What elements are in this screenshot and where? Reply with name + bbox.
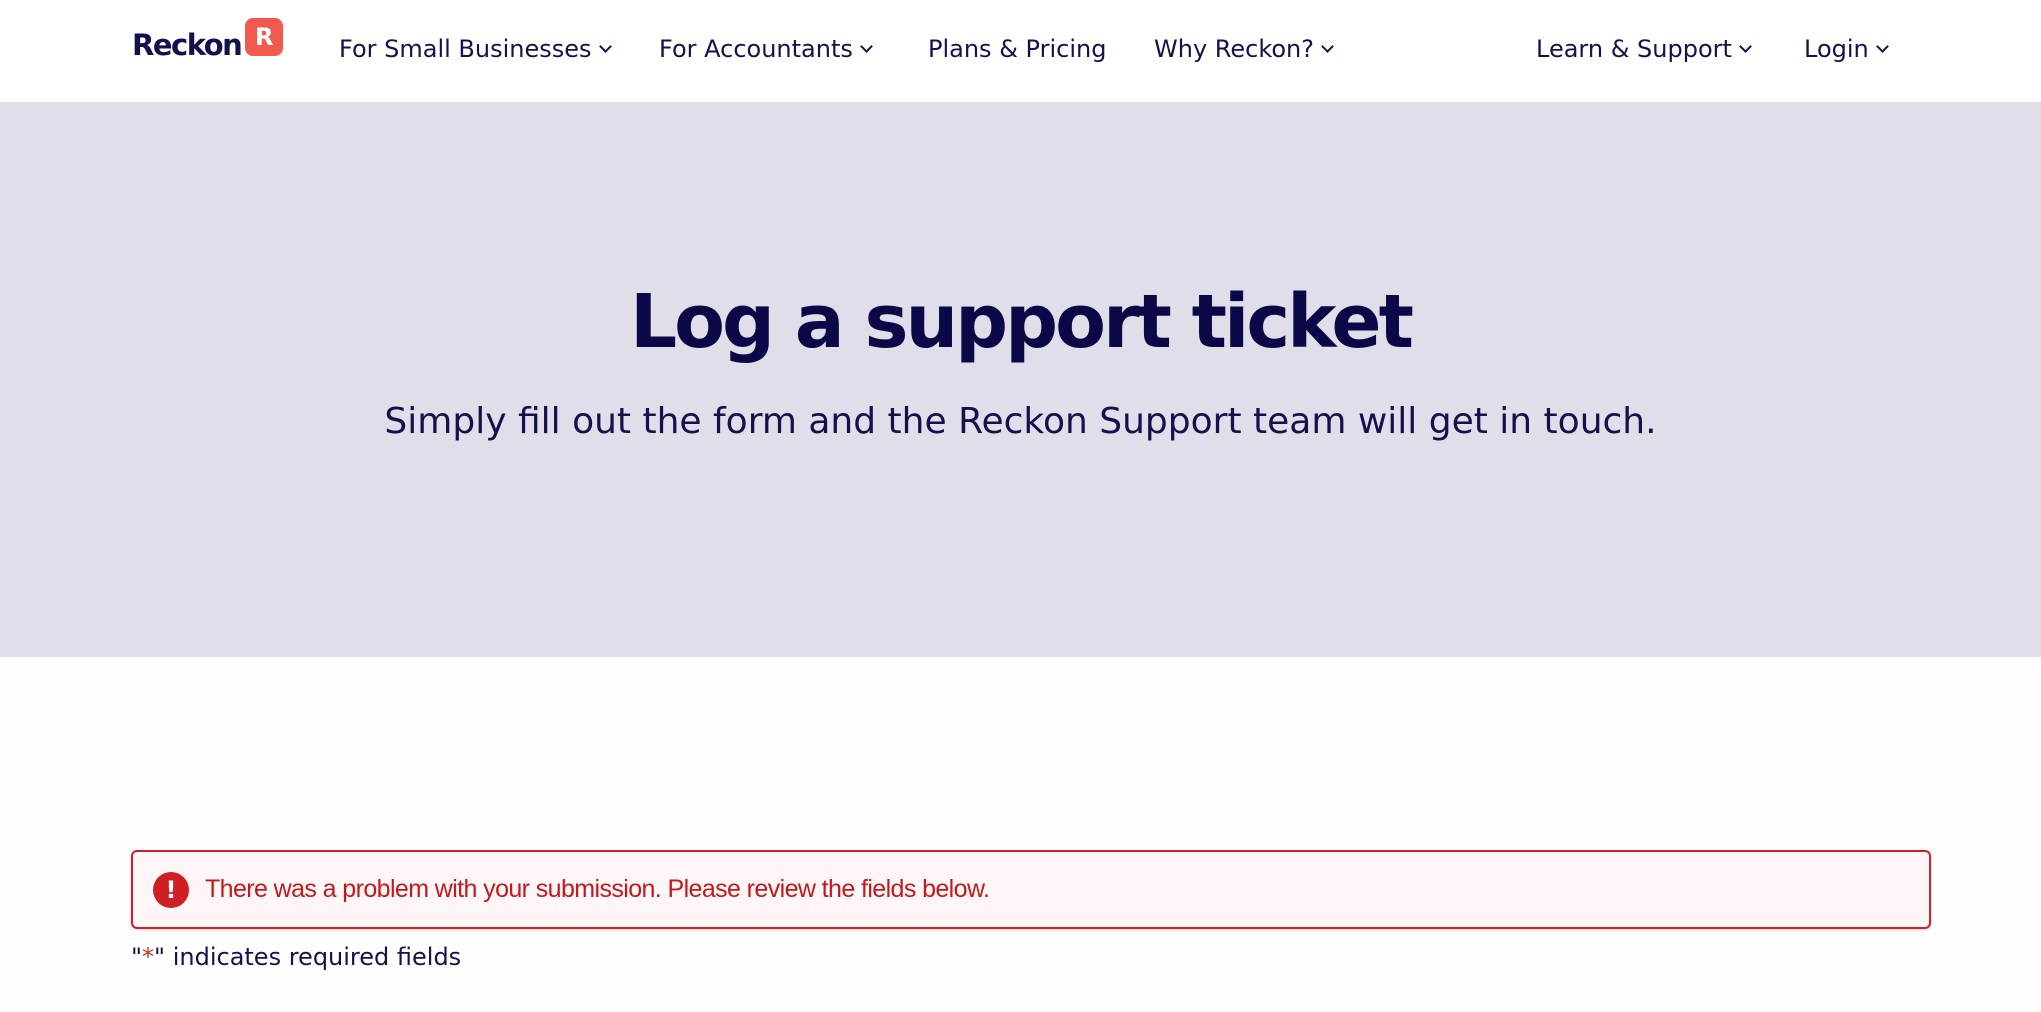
page-title: Log a support ticket: [630, 279, 1414, 365]
hero-banner: Log a support ticket Simply fill out the…: [0, 102, 2041, 657]
nav-small-businesses-label: For Small Businesses: [339, 35, 592, 63]
validation-error-alert: ! There was a problem with your submissi…: [131, 850, 1931, 929]
nav-login-label: Login: [1804, 35, 1869, 63]
nav-learn-support[interactable]: Learn & Support: [1536, 34, 1752, 64]
nav-plans-pricing-label: Plans & Pricing: [928, 35, 1107, 63]
site-header: Reckon R For Small Businesses For Accoun…: [0, 0, 2041, 102]
logo-badge: R: [245, 18, 284, 56]
chevron-down-icon: [598, 39, 612, 53]
nav-login[interactable]: Login: [1804, 34, 1889, 64]
chevron-down-icon: [1321, 39, 1334, 53]
required-fields-note: "*" indicates required fields: [131, 943, 461, 971]
nav-why-reckon[interactable]: Why Reckon?: [1154, 34, 1334, 64]
required-note-open-quote: ": [131, 943, 143, 971]
nav-why-reckon-label: Why Reckon?: [1154, 35, 1315, 63]
nav-small-businesses[interactable]: For Small Businesses: [339, 34, 612, 64]
chevron-down-icon: [860, 39, 873, 53]
nav-accountants[interactable]: For Accountants: [659, 34, 873, 64]
page-subtitle: Simply fill out the form and the Reckon …: [384, 401, 1657, 442]
logo-wordmark: Reckon: [132, 28, 243, 62]
required-note-text: " indicates required fields: [154, 943, 462, 971]
chevron-down-icon: [1875, 39, 1889, 53]
chevron-down-icon: [1739, 39, 1752, 53]
reckon-logo[interactable]: Reckon R: [132, 18, 284, 62]
nav-learn-support-label: Learn & Support: [1536, 35, 1732, 63]
nav-accountants-label: For Accountants: [659, 35, 853, 63]
required-asterisk: *: [142, 943, 155, 971]
error-message: There was a problem with your submission…: [205, 875, 990, 903]
nav-plans-pricing[interactable]: Plans & Pricing: [928, 34, 1106, 64]
error-alert-icon: !: [153, 871, 189, 908]
